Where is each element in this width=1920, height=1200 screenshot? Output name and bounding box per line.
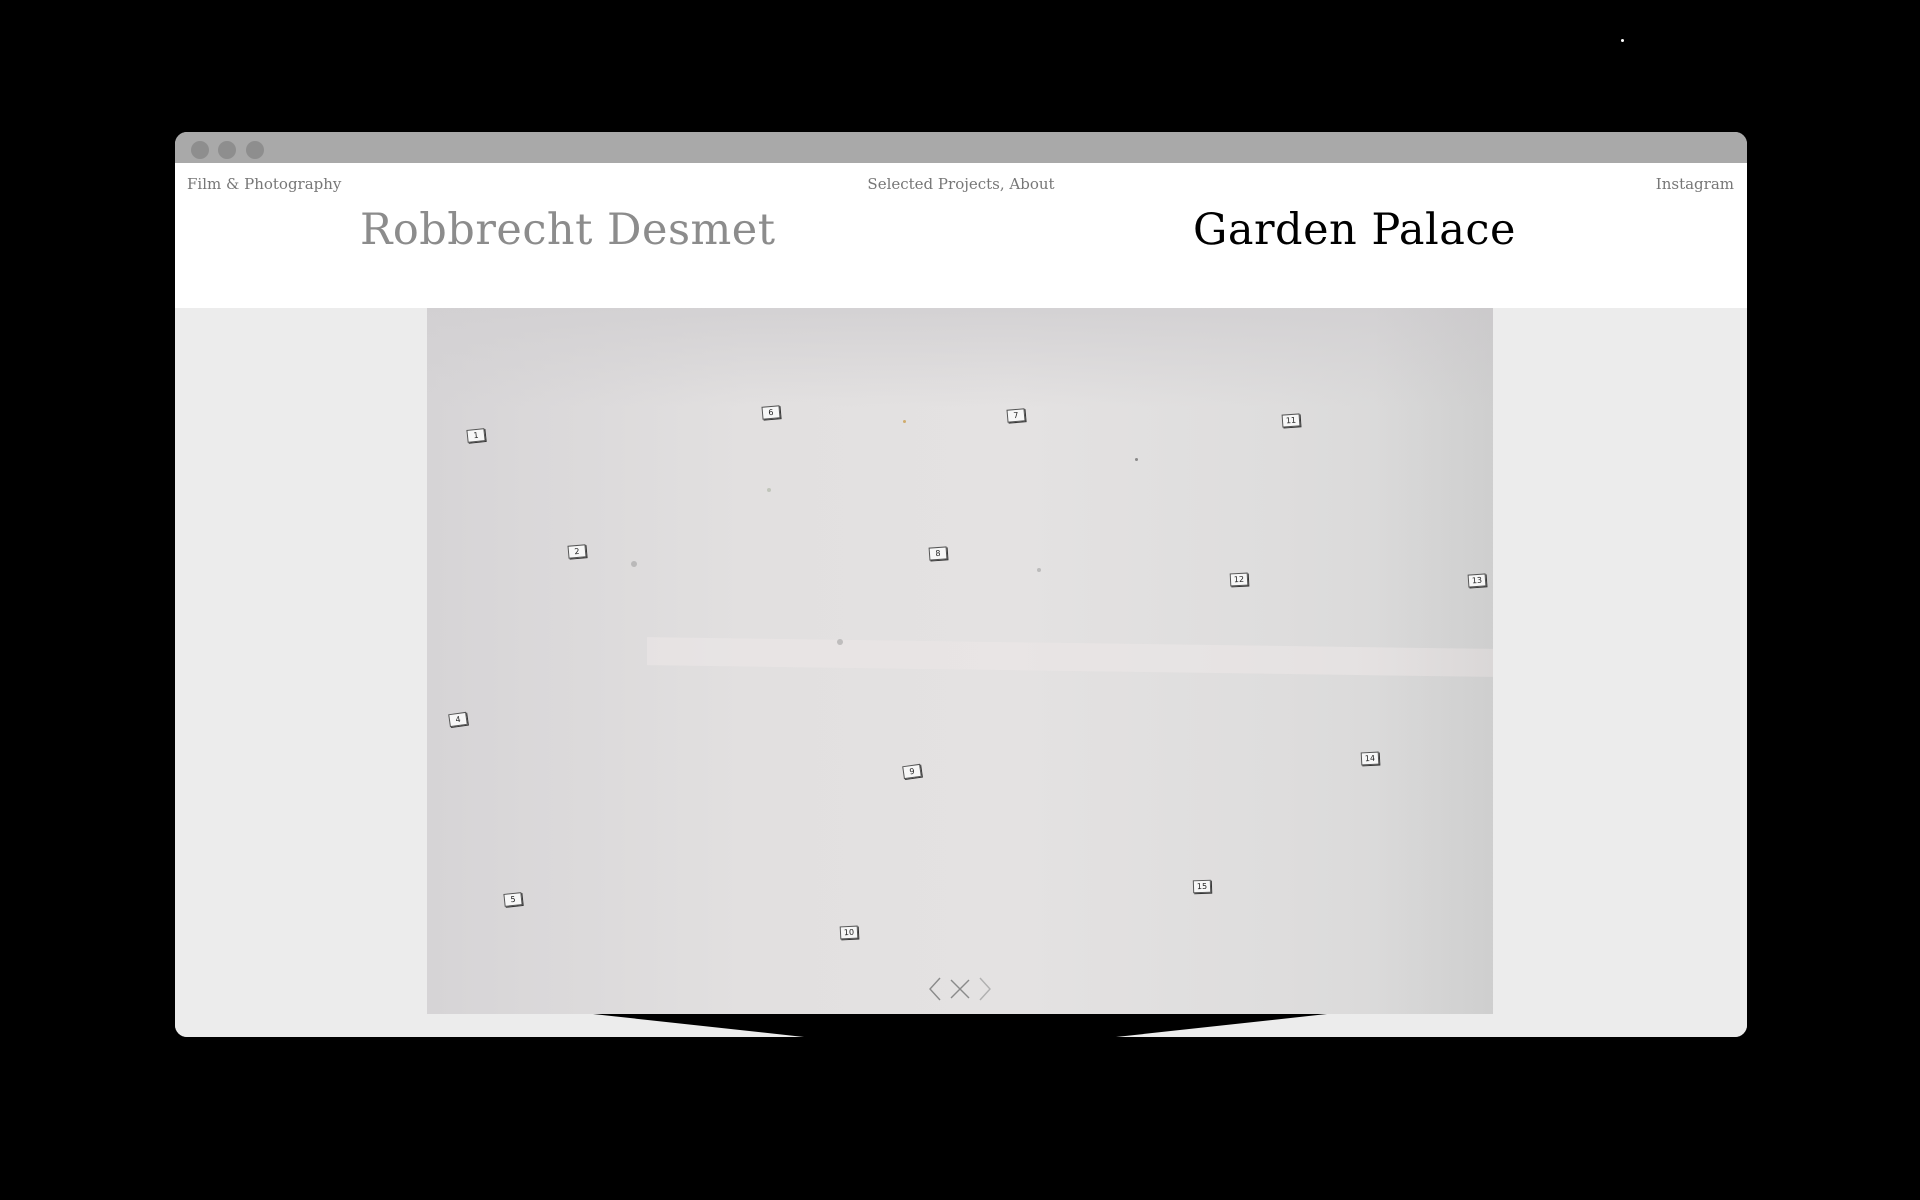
photo-speck <box>631 561 637 567</box>
project-title: Garden Palace <box>1193 205 1516 255</box>
stage: Film & Photography Selected Projects, Ab… <box>0 0 1920 1200</box>
photo-marker: 9 <box>902 763 922 780</box>
nav-instagram[interactable]: Instagram <box>1656 175 1734 193</box>
window-titlebar <box>175 132 1747 163</box>
photo-marker: 12 <box>1229 572 1249 587</box>
nav-selected-projects[interactable]: Selected Projects <box>867 175 999 193</box>
photo-marker: 8 <box>928 546 948 561</box>
photo-marker: 11 <box>1281 413 1301 428</box>
previous-icon[interactable] <box>925 976 947 1002</box>
photo-marker: 10 <box>839 925 859 940</box>
photo-speck <box>837 639 843 645</box>
photo-marker: 15 <box>1192 879 1212 894</box>
nav-about[interactable]: About <box>1009 175 1054 193</box>
window-minimize-dot[interactable] <box>218 141 236 159</box>
next-icon[interactable] <box>973 976 995 1002</box>
photo-marker: 6 <box>761 405 781 420</box>
photo-speck <box>903 420 906 423</box>
photo-marker: 13 <box>1467 573 1487 588</box>
window-zoom-dot[interactable] <box>246 141 264 159</box>
photo-speck <box>767 488 771 492</box>
photo-marker: 4 <box>448 711 468 728</box>
photo-speck <box>1135 458 1138 461</box>
site-header: Film & Photography Selected Projects, Ab… <box>175 163 1747 308</box>
photo-marker: 7 <box>1006 408 1026 423</box>
photo-light-band <box>647 637 1493 677</box>
nav-center: Selected Projects, About <box>175 175 1747 193</box>
nav-separator: , <box>999 175 1010 193</box>
photo-marker: 2 <box>567 544 587 559</box>
photo-marker: 14 <box>1360 751 1380 766</box>
browser-window: Film & Photography Selected Projects, Ab… <box>175 132 1747 1037</box>
photo-shadow-wedge <box>593 1014 1327 1037</box>
site-name[interactable]: Robbrecht Desmet <box>360 205 776 255</box>
photo-marker: 1 <box>466 428 486 443</box>
background-dot <box>1621 39 1624 42</box>
photo-speck <box>1037 568 1041 572</box>
project-photo: 1 2 4 5 6 7 8 9 10 11 12 13 14 15 <box>427 308 1493 1014</box>
window-close-dot[interactable] <box>191 141 209 159</box>
viewer-controls <box>925 976 995 1002</box>
photo-shade <box>1373 308 1493 1014</box>
close-icon[interactable] <box>949 976 971 1002</box>
content-area: 1 2 4 5 6 7 8 9 10 11 12 13 14 15 <box>175 308 1747 1037</box>
photo-marker: 5 <box>503 892 523 907</box>
